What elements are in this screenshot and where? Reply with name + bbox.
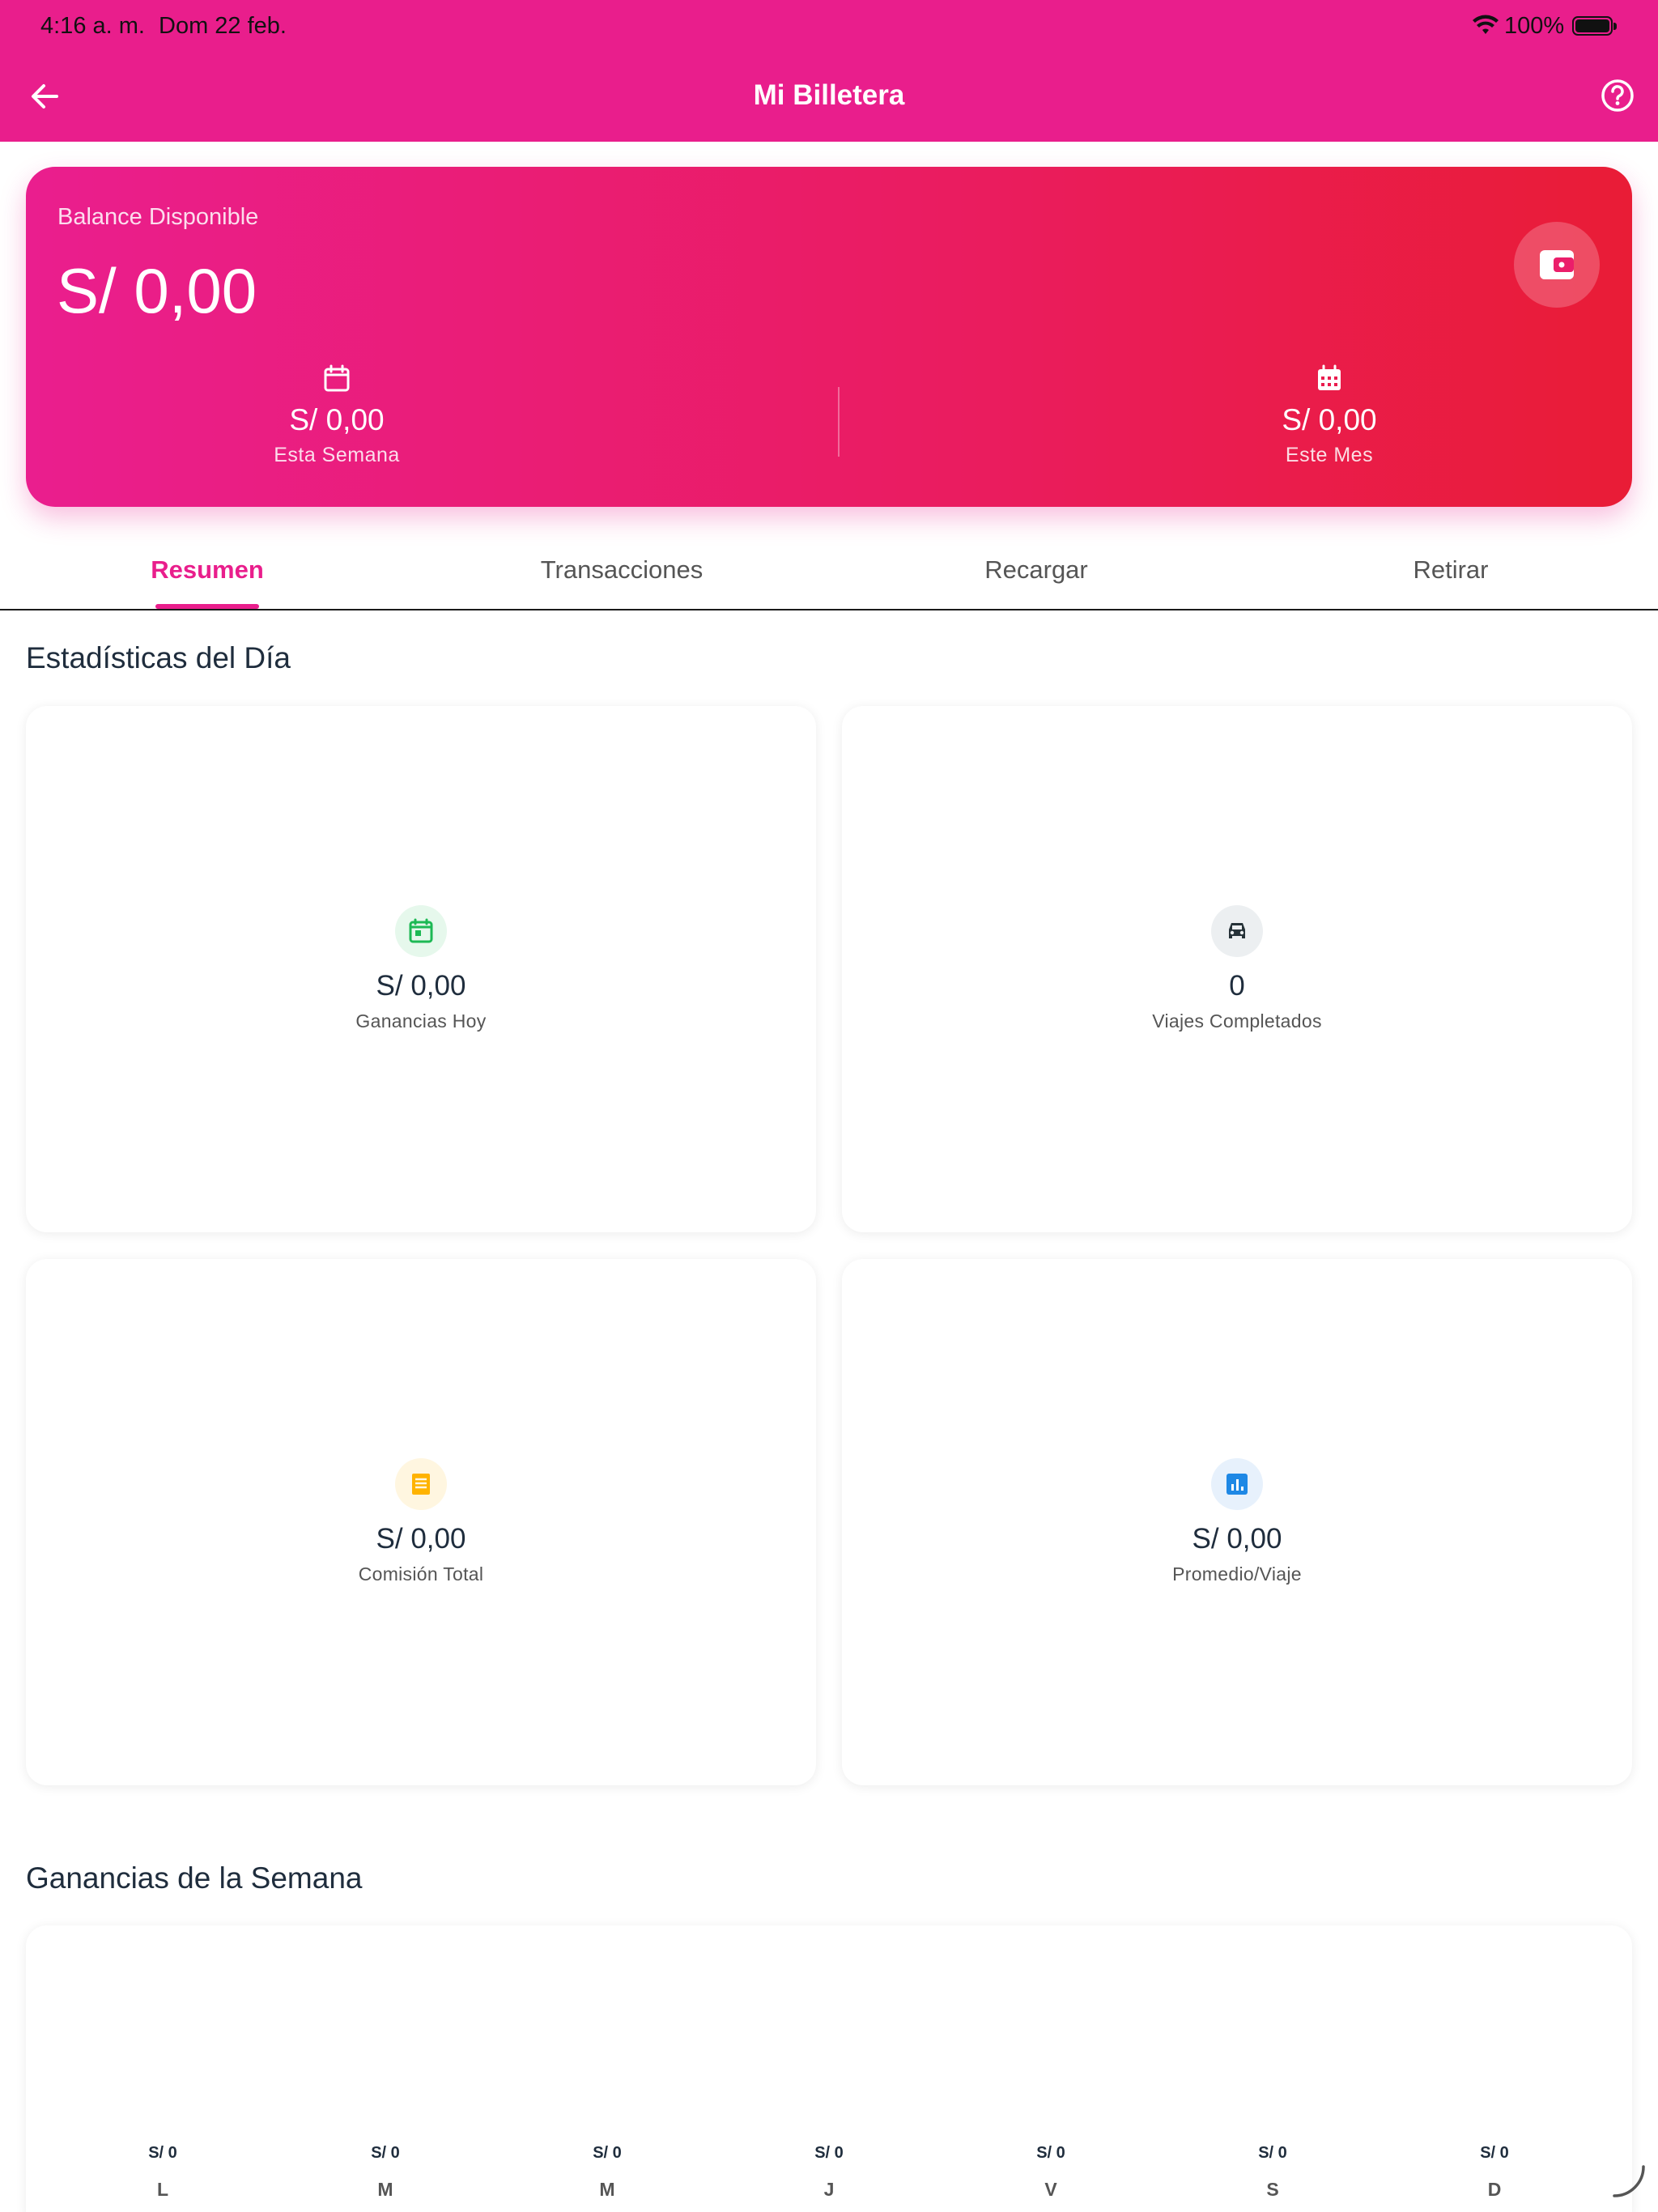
day-column: S/ 0 M [337, 2144, 434, 2201]
wallet-button[interactable] [1514, 222, 1600, 308]
page-title: Mi Billetera [753, 79, 905, 111]
wallet-icon [1540, 250, 1574, 279]
tab-transacciones[interactable]: Transacciones [414, 555, 829, 585]
day-label: S [1266, 2179, 1279, 2200]
day-label: J [823, 2179, 835, 2200]
tab-indicator [155, 604, 259, 609]
balance-card: Balance Disponible S/ 0,00 S/ 0,00 Esta … [26, 167, 1632, 507]
tab-resumen[interactable]: Resumen [0, 555, 414, 585]
weekly-earnings-card: S/ 0 L S/ 0 M S/ 0 M S/ 0 J S/ 0 V S/ 0 … [26, 1925, 1632, 2212]
stat-card-earnings-today: S/ 0,00 Ganancias Hoy [26, 706, 816, 1232]
day-label: M [377, 2179, 393, 2200]
day-column: S/ 0 L [114, 2144, 211, 2201]
trips-completed-caption: Viajes Completados [1152, 1010, 1322, 1032]
status-bar: 4:16 a. m. Dom 22 feb. 100% [0, 0, 1658, 50]
calendar-month-icon [1318, 364, 1341, 390]
stat-card-total-commission: S/ 0,00 Comisión Total [26, 1259, 816, 1785]
stat-card-average-per-trip: S/ 0,00 Promedio/Viaje [842, 1259, 1632, 1785]
month-caption: Este Mes [1285, 444, 1374, 466]
total-commission-caption: Comisión Total [358, 1563, 484, 1585]
day-value: S/ 0 [1036, 2144, 1065, 2162]
day-column: S/ 0 J [780, 2144, 878, 2201]
analytics-icon [1226, 1474, 1248, 1495]
calendar-today-icon [409, 918, 433, 943]
total-commission-value: S/ 0,00 [376, 1523, 466, 1555]
resize-handle-icon[interactable] [1611, 2163, 1647, 2199]
trips-completed-value: 0 [1229, 970, 1245, 1002]
day-label: L [156, 2179, 169, 2200]
stat-card-trips-completed: 0 Viajes Completados [842, 706, 1632, 1232]
day-column: S/ 0 V [1002, 2144, 1099, 2201]
weekly-earnings-title: Ganancias de la Semana [26, 1861, 363, 1895]
average-per-trip-value: S/ 0,00 [1192, 1523, 1282, 1555]
help-icon[interactable] [1600, 78, 1635, 113]
day-label: M [599, 2179, 615, 2200]
balance-label: Balance Disponible [57, 204, 259, 230]
earnings-today-value: S/ 0,00 [376, 970, 466, 1002]
tab-bar: Resumen Transacciones Recargar Retirar [0, 534, 1658, 610]
wifi-icon [1473, 15, 1499, 34]
week-summary: S/ 0,00 Esta Semana [134, 364, 539, 467]
day-value: S/ 0 [593, 2144, 622, 2162]
day-label: D [1487, 2179, 1502, 2200]
average-per-trip-caption: Promedio/Viaje [1172, 1563, 1302, 1585]
day-value: S/ 0 [1480, 2144, 1509, 2162]
trips-icon-badge [1211, 905, 1263, 957]
day-column: S/ 0 D [1446, 2144, 1543, 2201]
tab-recargar[interactable]: Recargar [829, 555, 1244, 585]
day-value: S/ 0 [814, 2144, 844, 2162]
battery-icon [1572, 16, 1617, 36]
commission-icon-badge [395, 1458, 447, 1510]
day-column: S/ 0 M [559, 2144, 656, 2201]
day-column: S/ 0 S [1224, 2144, 1321, 2201]
earnings-icon-badge [395, 905, 447, 957]
receipt-icon [412, 1474, 430, 1495]
month-summary: S/ 0,00 Este Mes [1127, 364, 1532, 467]
calendar-icon [324, 364, 350, 392]
week-value: S/ 0,00 [289, 403, 385, 436]
app-bar: Mi Billetera [0, 50, 1658, 142]
day-value: S/ 0 [1258, 2144, 1287, 2162]
daily-stats-title: Estadísticas del Día [26, 641, 291, 674]
status-time: 4:16 a. m. [40, 13, 145, 39]
car-icon [1229, 923, 1245, 938]
average-icon-badge [1211, 1458, 1263, 1510]
week-caption: Esta Semana [274, 444, 400, 466]
status-date: Dom 22 feb. [159, 13, 287, 39]
day-label: V [1044, 2179, 1057, 2200]
balance-divider [838, 387, 840, 457]
day-value: S/ 0 [148, 2144, 177, 2162]
earnings-today-caption: Ganancias Hoy [355, 1010, 487, 1032]
tab-retirar[interactable]: Retirar [1244, 555, 1658, 585]
balance-amount: S/ 0,00 [57, 255, 257, 326]
day-value: S/ 0 [371, 2144, 400, 2162]
month-value: S/ 0,00 [1282, 403, 1377, 436]
battery-percent: 100% [1504, 13, 1565, 39]
